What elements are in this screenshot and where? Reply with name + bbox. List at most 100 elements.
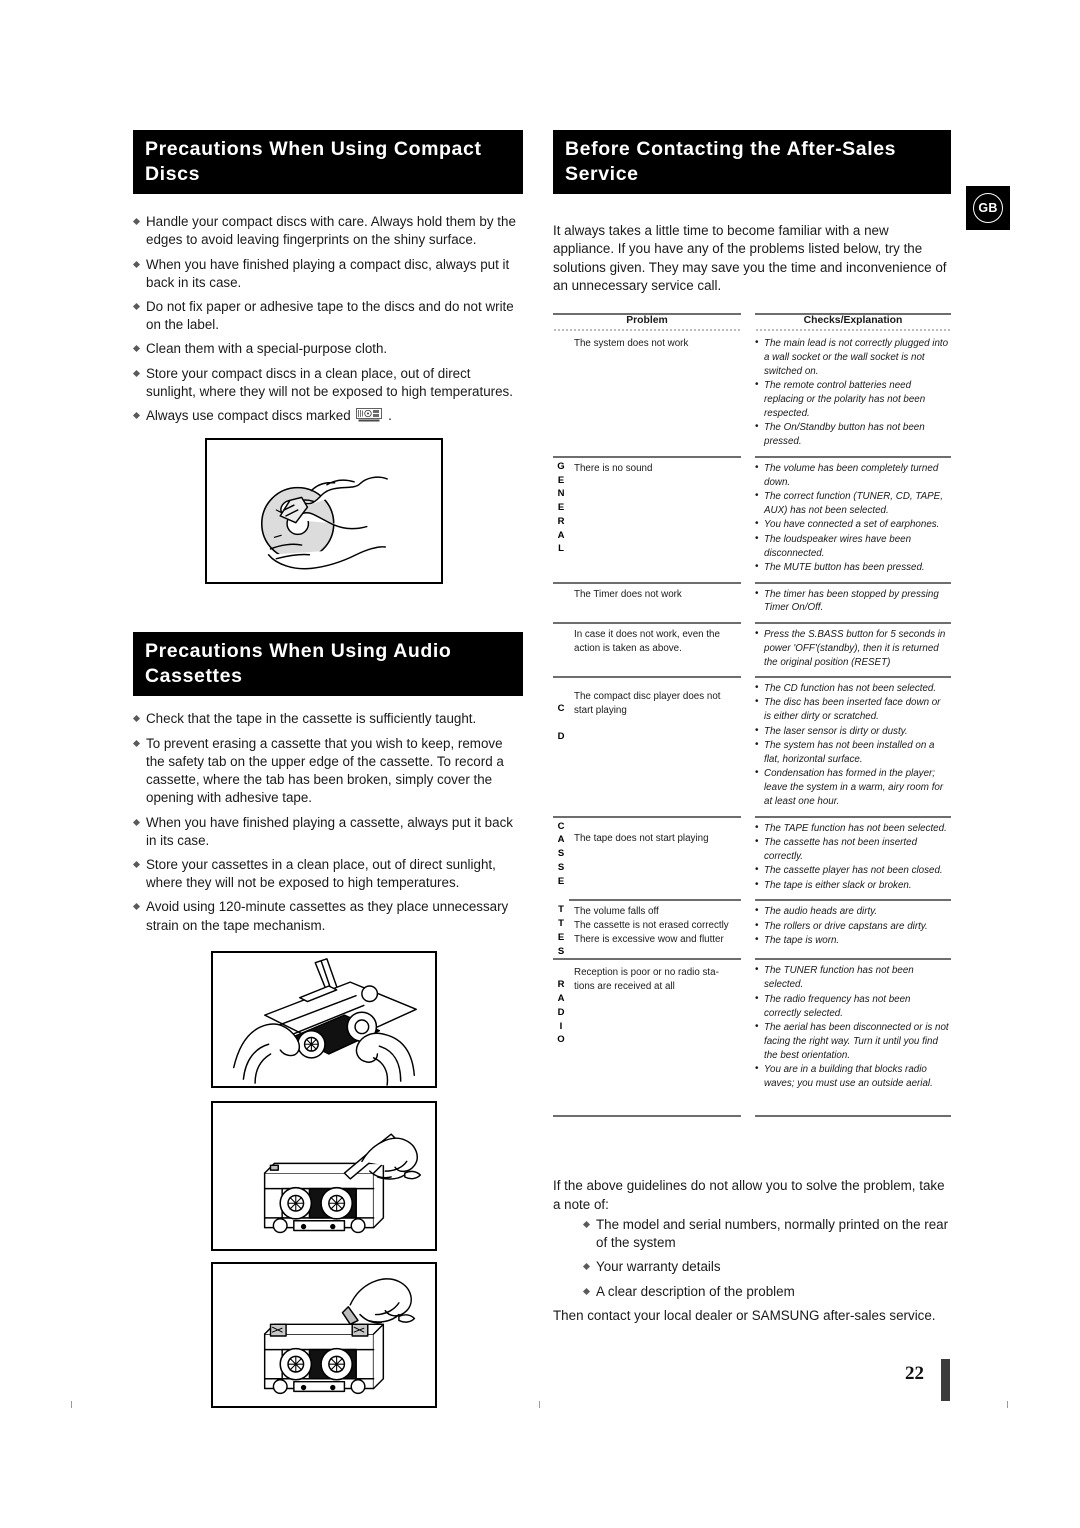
list-item-text: Always use compact discs marked [146, 408, 351, 424]
problem-text: There is no sound [574, 462, 653, 474]
check-item: The loudspeaker wires have been disconne… [755, 532, 949, 561]
check-item: The main lead is not correctly plugged i… [755, 336, 949, 379]
list-item-with-cd-logo: Always use compact discs marked . [133, 407, 523, 425]
check-item: You are in a building that blocks radio … [755, 1062, 949, 1091]
problem-cell: The system does not work [569, 333, 741, 456]
problem-text: Reception is poor or no radio sta- tions… [574, 967, 719, 993]
figure-breaking-safety-tab [211, 1100, 437, 1251]
checks-cell: The main lead is not correctly plugged i… [755, 333, 951, 456]
list-item: To prevent erasing a cassette that you w… [133, 735, 523, 808]
problem-cell: The tape does not start playing [569, 818, 741, 900]
table-row: RADIO Reception is poor or no radio sta-… [553, 960, 951, 1097]
check-item: The tape is worn. [755, 933, 949, 948]
category-label-cassettes-upper: CASSE [557, 820, 565, 887]
list-item: Clean them with a special-purpose cloth. [133, 340, 523, 358]
problem-cell: The compact disc player does not start p… [569, 678, 741, 816]
checks-cell: The timer has been stopped by pressing T… [755, 584, 951, 622]
problem-cell: The Timer does not work [569, 584, 741, 622]
list-item: Store your compact discs in a clean plac… [133, 365, 523, 401]
page-number: 22 [905, 1363, 924, 1384]
closing-lead: If the above guidelines do not allow you… [553, 1178, 945, 1212]
checks-cell: The TUNER function has not been selected… [755, 960, 951, 1097]
crop-mark [1007, 1401, 1008, 1408]
compact-disc-precautions-list: Handle your compact discs with care. Alw… [133, 213, 523, 425]
check-item: The audio heads are dirty. [755, 904, 949, 919]
check-item: The tape is either slack or broken. [755, 878, 949, 893]
table-header-row: Problem Checks/Explanation [553, 315, 951, 329]
closing-bullets: The model and serial numbers, normally p… [553, 1216, 951, 1301]
list-item: Avoid using 120-minute cassettes as they… [133, 898, 523, 934]
category-label-radio: RADIO [557, 979, 565, 1046]
compact-disc-digital-audio-logo-icon [356, 408, 383, 423]
category-label-general: GENERAL [557, 460, 565, 555]
problem-cell: In case it does not work, even the actio… [569, 624, 741, 676]
closing-tail: Then contact your local dealer or SAMSUN… [553, 1307, 936, 1323]
table-row: CD The compact disc player does not star… [553, 678, 951, 816]
check-item: The disc has been inserted face down or … [755, 695, 949, 724]
problem-text: In case it does not work, even the actio… [574, 628, 720, 654]
table-row: The system does not work The main lead i… [553, 333, 951, 456]
table-bottom-rule [553, 1115, 951, 1118]
heading-line-1: Precautions When Using Compact [145, 138, 482, 160]
heading-line-2: Cassettes [145, 664, 243, 687]
list-item: Store your cassettes in a clean place, o… [133, 856, 523, 892]
figure-cleaning-compact-disc [205, 438, 443, 585]
check-item: The rollers or drive capstans are dirty. [755, 919, 949, 934]
problem-text: The tape does not start playing [574, 832, 709, 844]
check-item: The cassette has not been inserted corre… [755, 835, 949, 864]
intro-paragraph: It always takes a little time to become … [553, 223, 947, 293]
region-badge-label: GB [973, 193, 1003, 223]
problem-cell: The volume falls off The cassette is not… [569, 901, 741, 958]
list-item: Check that the tape in the cassette is s… [133, 710, 523, 728]
check-item: The remote control batteries need replac… [755, 378, 949, 421]
check-item: The correct function (TUNER, CD, TAPE, A… [755, 489, 949, 518]
list-item: When you have finished playing a cassett… [133, 814, 523, 850]
check-item: The cassette player has not been closed. [755, 863, 949, 878]
category-label [553, 333, 569, 456]
problem-text: The compact disc player does not start p… [574, 691, 721, 716]
table-row: The Timer does not work The timer has be… [553, 584, 951, 622]
check-item: Press the S.BASS button for 5 seconds in… [755, 627, 949, 670]
crop-mark [71, 1401, 72, 1408]
heading-line-1: Precautions When Using Audio [145, 640, 452, 663]
region-badge-gb: GB [966, 186, 1010, 230]
check-item: The TUNER function has not been selected… [755, 963, 949, 992]
table-row: CASSE The tape does not start playing Th… [553, 818, 951, 900]
table-row: GENERAL There is no sound The volume has… [553, 458, 951, 582]
check-item: You have connected a set of earphones. [755, 517, 949, 532]
column-header-checks: Checks/Explanation [803, 315, 903, 326]
heading-line-2: Service [565, 162, 639, 185]
check-item: The CD function has not been selected. [755, 681, 949, 696]
closing-block: If the above guidelines do not allow you… [553, 1177, 951, 1325]
heading-precautions-audio-cassettes: Precautions When Using Audio Cassettes [133, 632, 523, 697]
category-label [553, 624, 569, 676]
crop-mark [539, 1401, 540, 1408]
table-row: In case it does not work, even the actio… [553, 624, 951, 676]
checks-cell: Press the S.BASS button for 5 seconds in… [755, 624, 951, 676]
cassette-precautions-list: Check that the tape in the cassette is s… [133, 710, 523, 934]
check-item: The MUTE button has been pressed. [755, 560, 949, 575]
problem-text: There is excessive wow and flutter [574, 934, 724, 946]
checks-cell: The audio heads are dirty. The rollers o… [755, 901, 951, 958]
problem-cell: There is no sound [569, 458, 741, 582]
checks-cell: The TAPE function has not been selected.… [755, 818, 951, 900]
category-label [553, 584, 569, 622]
check-item: The laser sensor is dirty or dusty. [755, 724, 949, 739]
check-item: The system has not been installed on a f… [755, 738, 949, 767]
heading-before-contacting-after-sales-service: Before Contacting the After-Sales Servic… [553, 130, 951, 195]
list-item: The model and serial numbers, normally p… [583, 1216, 951, 1252]
heading-line-2: Discs [145, 162, 201, 185]
check-item: The On/Standby button has not been press… [755, 420, 949, 449]
list-item: Do not fix paper or adhesive tape to the… [133, 298, 523, 334]
troubleshooting-table: Problem Checks/Explanation The system do… [553, 313, 951, 1118]
table-header-dotted-rule [553, 329, 951, 331]
problem-text: The Timer does not work [574, 588, 682, 600]
problem-cell: Reception is poor or no radio sta- tions… [569, 960, 741, 1097]
right-column: Before Contacting the After-Sales Servic… [553, 130, 951, 1338]
check-item: The aerial has been disconnected or is n… [755, 1020, 949, 1063]
list-item: Handle your compact discs with care. Alw… [133, 213, 523, 249]
heading-precautions-compact-discs: Precautions When Using Compact Discs [133, 130, 523, 195]
heading-line-1: Before Contacting the After-Sales [565, 138, 897, 160]
list-item: A clear description of the problem [583, 1283, 951, 1301]
column-header-problem: Problem [626, 315, 668, 326]
